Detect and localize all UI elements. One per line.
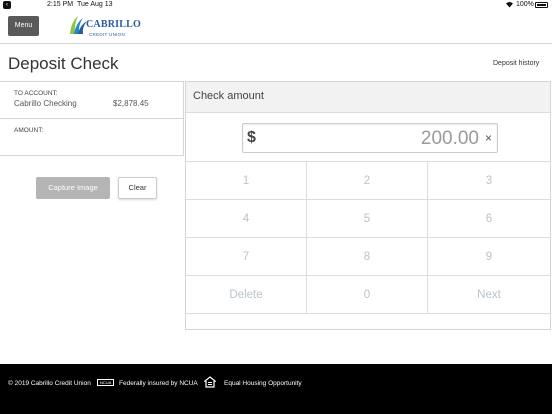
amount-input[interactable]: $ 200.00 × xyxy=(242,123,498,153)
ncua-logo: NCUA xyxy=(97,379,115,386)
keypad-key-3[interactable]: 3 xyxy=(428,162,550,200)
status-time: 2:15 PM xyxy=(47,1,74,8)
keypad-key-0[interactable]: 0 xyxy=(307,276,428,314)
keypad-key-1[interactable]: 1 xyxy=(186,162,307,200)
logo-wordmark: CABRILLO xyxy=(86,19,141,30)
keypad-key-7[interactable]: 7 xyxy=(186,238,307,276)
currency-symbol: $ xyxy=(247,129,256,146)
to-account-section[interactable]: TO ACCOUNT: Cabrillo Checking $2,878.45 xyxy=(0,81,184,119)
amount-label: AMOUNT: xyxy=(14,127,44,134)
cabrillo-logo[interactable]: CABRILLO CREDIT UNION xyxy=(66,14,141,42)
amount-value: 200.00 xyxy=(420,128,479,149)
copyright-text: © 2019 Cabrillo Credit Union xyxy=(8,380,91,387)
capture-image-button[interactable]: Capture Image xyxy=(36,177,110,199)
account-name: Cabrillo Checking xyxy=(14,99,77,108)
page-footer: © 2019 Cabrillo Credit Union NCUA Federa… xyxy=(0,364,552,414)
app-header: Menu CABRILLO CREDIT UNION xyxy=(0,11,552,44)
keypad-key-next[interactable]: Next xyxy=(428,276,550,314)
clear-button[interactable]: Clear xyxy=(118,177,157,199)
deposit-history-link[interactable]: Deposit history xyxy=(493,60,539,67)
status-bar: ‹ 2:15 PM Tue Aug 13 100% xyxy=(0,0,552,11)
account-balance: $2,878.45 xyxy=(113,99,149,108)
to-account-label: TO ACCOUNT: xyxy=(14,90,58,97)
check-amount-panel: Check amount $ 200.00 × 1 2 3 4 5 6 7 8 9 Delete 0… xyxy=(185,81,551,330)
federally-insured-text: Federally insured by NCUA xyxy=(119,380,198,387)
wifi-icon xyxy=(505,0,514,10)
amount-section: AMOUNT: xyxy=(0,119,184,156)
keypad-key-8[interactable]: 8 xyxy=(307,238,428,276)
status-date: Tue Aug 13 xyxy=(77,1,113,8)
logo-waves-icon xyxy=(70,16,87,34)
check-amount-header: Check amount xyxy=(186,82,550,113)
keypad-key-2[interactable]: 2 xyxy=(307,162,428,200)
keypad-key-5[interactable]: 5 xyxy=(307,200,428,238)
battery-icon xyxy=(535,2,548,8)
equal-housing-text: Equal Housing Opportunity xyxy=(224,380,302,387)
back-icon[interactable]: ‹ xyxy=(3,1,11,9)
keypad-key-9[interactable]: 9 xyxy=(428,238,550,276)
clear-amount-icon[interactable]: × xyxy=(485,131,492,145)
logo-subtitle: CREDIT UNION xyxy=(89,32,126,37)
keypad-key-4[interactable]: 4 xyxy=(186,200,307,238)
page-title: Deposit Check xyxy=(8,54,119,73)
check-amount-title: Check amount xyxy=(193,90,264,102)
keypad-key-delete[interactable]: Delete xyxy=(186,276,307,314)
equal-housing-icon xyxy=(204,376,216,388)
battery-percent: 100% xyxy=(516,1,534,8)
menu-button[interactable]: Menu xyxy=(8,16,39,36)
number-keypad: 1 2 3 4 5 6 7 8 9 Delete 0 Next xyxy=(186,161,550,314)
keypad-key-6[interactable]: 6 xyxy=(428,200,550,238)
